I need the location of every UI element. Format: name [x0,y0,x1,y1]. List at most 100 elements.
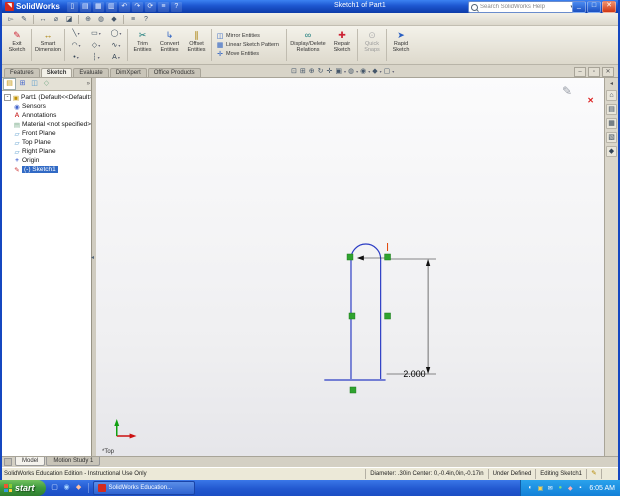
arc-tool-dropdown-icon[interactable]: ▾ [79,43,81,48]
spline-tool-button[interactable]: ∿ ▾ [106,39,126,51]
appearances-pane-icon[interactable]: ◆ [606,146,617,157]
panel-collapse-icon[interactable]: ◂ [91,254,94,261]
move-entities-button[interactable]: ✛ Move Entities [216,50,282,58]
point-tool-dropdown-icon[interactable]: ▾ [77,55,79,60]
hide-show-items-dropdown-icon[interactable]: ▾ [368,69,370,74]
smart-dimension-button[interactable]: ↔ Smart Dimension [33,27,63,63]
undo-icon[interactable]: ↶ [118,1,130,12]
sketch-toolbar-icon[interactable]: ✎ [18,14,30,25]
tree-item-right-plane[interactable]: ▱ Right Plane [4,147,91,156]
relation-badges[interactable] [346,253,391,394]
section-view-icon[interactable]: ◪ [63,14,75,25]
rebuild-icon[interactable]: ⟳ [144,1,156,12]
dimension-annotation[interactable]: 2.000 [386,258,436,379]
dimension-toolbar-icon[interactable]: ↔ [37,14,49,25]
zoom-toolbar-icon[interactable]: ⊕ [82,14,94,25]
zoom-fit-icon[interactable]: ⊡ [290,66,298,76]
tray-icon-2[interactable]: ▣ [536,485,544,492]
tray-icon-1[interactable]: ◐ [526,485,534,491]
open-icon[interactable]: ▤ [79,1,91,12]
circle-tool-button[interactable]: ◯ ▾ [106,27,126,39]
view-orientation-dropdown-icon[interactable]: ▾ [344,69,346,74]
sketch-profile[interactable] [324,243,386,381]
save-icon[interactable]: ▦ [92,1,104,12]
confirm-sketch-icon[interactable]: ✎ [562,84,572,98]
dimension-value[interactable]: 2.000 [403,369,425,379]
text-tool-button[interactable]: A ▾ [106,51,126,63]
tree-item-origin[interactable]: + Origin [4,156,91,165]
linear-sketch-pattern-button[interactable]: ▦ Linear Sketch Pattern [216,41,282,49]
exit-sketch-button[interactable]: ✎ Exit Sketch [4,27,30,63]
quick-snaps-button[interactable]: ⊙ Quick Snaps [359,27,385,63]
edit-appearance-dropdown-icon[interactable]: ▾ [380,69,382,74]
tools-menu-icon[interactable]: ≡ [127,14,139,25]
appearances-toolbar-icon[interactable]: ◆ [108,14,120,25]
polygon-tool-button[interactable]: ◇ ▾ [86,39,106,51]
tab-model[interactable]: Model [15,457,46,466]
solidworks-quicklaunch-icon[interactable]: ◆ [74,483,84,493]
property-manager-tab-icon[interactable]: ⊞ [17,79,28,89]
tray-icon-4[interactable]: ● [556,485,564,491]
view-orientation-icon[interactable]: ▣ [334,66,343,76]
taskpane-collapse-icon[interactable]: ◂ [610,80,613,87]
configuration-manager-tab-icon[interactable]: ◫ [29,79,40,89]
display-style-icon[interactable]: ◍ [347,66,355,76]
editing-sketch-icon[interactable]: ✎ [586,469,601,479]
minimize-button[interactable]: _ [572,1,586,13]
select-tool-icon[interactable]: ▻ [5,14,17,25]
rectangle-tool-dropdown-icon[interactable]: ▾ [99,31,101,36]
view-palette-icon[interactable]: ▧ [606,132,617,143]
help-toolbar-icon[interactable]: ? [140,14,152,25]
maximize-button[interactable]: □ [587,1,601,13]
redo-icon[interactable]: ↷ [131,1,143,12]
design-library-icon[interactable]: ▤ [606,104,617,115]
tree-item-part1[interactable]: - ▣ Part1 (Default<<Default>_Displa [4,93,91,102]
apply-scene-icon[interactable]: ▢ [383,66,392,76]
show-desktop-icon[interactable]: ▢ [50,483,60,493]
close-button[interactable]: ✕ [602,1,616,13]
tree-item-sensors[interactable]: ◉ Sensors [4,102,91,111]
measure-icon[interactable]: ⌀ [50,14,62,25]
line-tool-dropdown-icon[interactable]: ▾ [78,31,80,36]
graphics-area[interactable]: 2.000 *Top ✎ ✕ [96,78,604,456]
tab-features[interactable]: Features [4,68,40,77]
tree-item-top-plane[interactable]: ▱ Top Plane [4,138,91,147]
dimxpert-manager-tab-icon[interactable]: ◇ [41,79,52,89]
tab-dimxpert[interactable]: DimXpert [109,68,147,77]
tab-sketch[interactable]: Sketch [40,68,73,77]
display-delete-relations-button[interactable]: ∞ Display/Delete Relations [288,27,328,63]
feature-manager-tab-icon[interactable]: ▤ [3,78,16,90]
tree-item-material[interactable]: ▤ Material <not specified> [4,120,91,129]
spline-tool-dropdown-icon[interactable]: ▾ [118,43,120,48]
polygon-tool-dropdown-icon[interactable]: ▾ [98,43,100,48]
rotate-view-icon[interactable]: ↻ [317,66,325,76]
tree-item-front-plane[interactable]: ▱ Front Plane [4,129,91,138]
tab-area-splitter[interactable] [4,458,12,466]
rapid-sketch-button[interactable]: ➤ Rapid Sketch [388,27,414,63]
rectangle-tool-button[interactable]: ▭ ▾ [86,27,106,39]
apply-scene-dropdown-icon[interactable]: ▾ [392,69,394,74]
tab-office-products[interactable]: Office Products [147,68,201,77]
browser-quicklaunch-icon[interactable]: ◉ [62,483,72,493]
display-style-dropdown-icon[interactable]: ▾ [356,69,358,74]
part1-expand-toggle[interactable]: - [4,94,11,101]
tray-icon-6[interactable]: ▪ [576,485,584,491]
help-icon[interactable]: ? [170,1,182,12]
sketch-canvas[interactable]: 2.000 [96,78,604,456]
start-button[interactable]: start [0,480,46,496]
zoom-area-icon[interactable]: ⊞ [299,66,307,76]
pan-icon[interactable]: ✛ [326,66,334,76]
repair-sketch-button[interactable]: ✚ Repair Sketch [328,27,356,63]
tab-evaluate[interactable]: Evaluate [73,68,109,77]
search-input[interactable] [480,3,569,11]
doc-close-button[interactable]: ✕ [602,67,614,77]
display-style-toolbar-icon[interactable]: ◍ [95,14,107,25]
doc-restore-button[interactable]: ▫ [588,67,600,77]
print-icon[interactable]: ▥ [105,1,117,12]
line-tool-button[interactable]: ╲ ▾ [66,27,86,39]
help-search-box[interactable]: ▾ [468,1,576,13]
offset-entities-button[interactable]: ∥ Offset Entities [183,27,210,63]
taskbar-solidworks-button[interactable]: SolidWorks Education... [92,481,195,495]
point-tool-button[interactable]: • ▾ [66,51,86,63]
doc-minimize-button[interactable]: – [574,67,586,77]
